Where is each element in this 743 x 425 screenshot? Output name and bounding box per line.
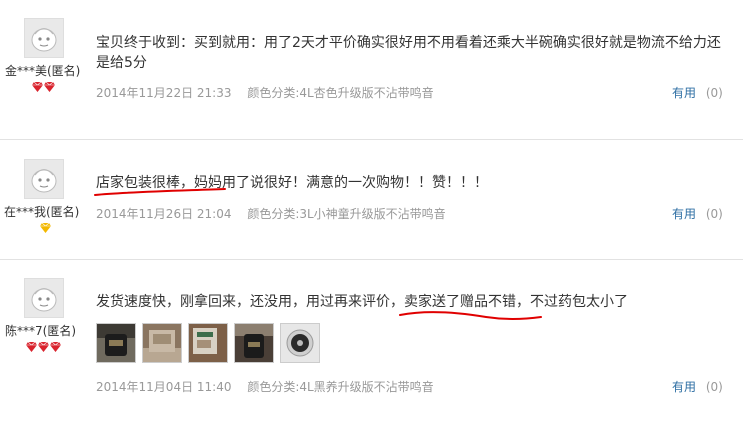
useful-button[interactable]: 有用 [672,380,696,394]
review-photo-thumbnail[interactable] [188,323,228,363]
buyer-credit-badge [32,82,55,94]
review-photo-thumbnail[interactable] [280,323,320,363]
default-avatar-icon [31,28,57,52]
useful-button[interactable]: 有用 [672,86,696,100]
useful-button[interactable]: 有用 [672,207,696,221]
useful-vote: 有用 (0) [672,205,723,222]
user-avatar[interactable] [24,278,64,318]
buyer-credit-badge [40,223,51,235]
review-text: 宝贝终于收到：买到就用：用了2天才平价确实很好用不用看着还乘大半碗确实很好就是物… [96,35,721,71]
useful-count: (0) [705,86,723,100]
review-meta: 2014年11月22日 21:33 颜色分类:4L杏色升级版不沾带鸣音 [96,84,434,101]
default-avatar-icon [31,169,57,193]
review-divider [0,139,743,140]
red-diamond-icon [26,342,37,352]
review-photo-thumbnail[interactable] [142,323,182,363]
useful-count: (0) [705,207,723,221]
review-photo-thumbnail[interactable] [234,323,274,363]
product-spec: 颜色分类:3L小神童升级版不沾带鸣音 [247,207,446,221]
red-diamond-icon [44,82,55,92]
useful-vote: 有用 (0) [672,84,723,101]
user-avatar[interactable] [24,18,64,58]
review-date: 2014年11月04日 11:40 [96,380,232,394]
review-list-page: { "reviews": [ { "user": "金***美(匿名)", "c… [0,0,743,425]
review-meta: 2014年11月04日 11:40 颜色分类:4L黑养升级版不沾带鸣音 [96,378,434,395]
review-divider [0,259,743,260]
default-avatar-icon [31,288,57,312]
review-date: 2014年11月22日 21:33 [96,86,232,100]
red-diamond-icon [38,342,49,352]
product-spec: 颜色分类:4L杏色升级版不沾带鸣音 [247,86,434,100]
review-meta: 2014年11月26日 21:04 颜色分类:3L小神童升级版不沾带鸣音 [96,205,446,222]
user-avatar[interactable] [24,159,64,199]
review-date: 2014年11月26日 21:04 [96,207,232,221]
product-spec: 颜色分类:4L黑养升级版不沾带鸣音 [247,380,434,394]
review-photos [96,323,320,363]
buyer-credit-badge [26,342,61,354]
review-text: 店家包装很棒，妈妈用了说很好！满意的一次购物！！赞！！！ [96,175,488,191]
useful-vote: 有用 (0) [672,378,723,395]
red-diamond-icon [50,342,61,352]
red-diamond-icon [32,82,43,92]
user-name: 陈***7(匿名) [5,324,76,338]
review-photo-thumbnail[interactable] [96,323,136,363]
user-name: 金***美(匿名) [5,64,81,78]
review-text: 发货速度快，刚拿回来，还没用，用过再来评价，卖家送了赠品不错，不过药包太小了 [96,294,628,310]
user-name: 在***我(匿名) [4,205,80,219]
yellow-heart-icon [40,223,51,233]
useful-count: (0) [705,380,723,394]
